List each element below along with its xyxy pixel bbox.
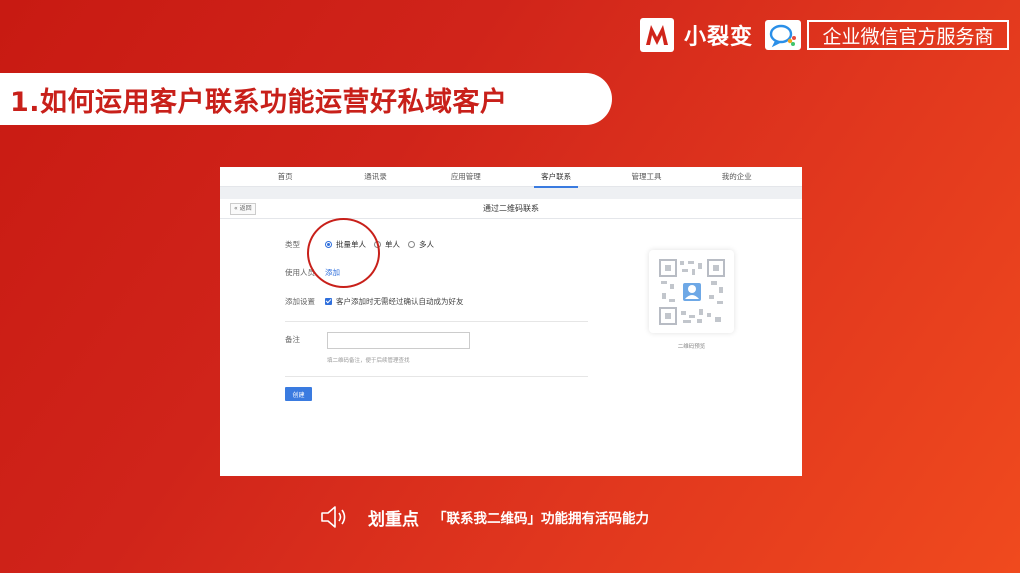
key-point-tip: 划重点 「联系我二维码」功能拥有活码能力	[320, 504, 649, 530]
auto-accept-checkbox[interactable]	[325, 298, 332, 305]
highlight-circle	[307, 218, 380, 288]
top-nav: 首页 通讯录 应用管理 客户联系 管理工具 我的企业	[220, 167, 802, 188]
nav-contacts[interactable]: 通讯录	[330, 167, 420, 187]
brand-name: 小裂变	[684, 25, 754, 50]
headline-title: 1.如何运用客户联系功能运营好私域客户	[10, 86, 508, 118]
create-button[interactable]: 创建	[285, 387, 312, 401]
headline-banner: 1.如何运用客户联系功能运营好私域客户	[0, 73, 612, 125]
admin-screenshot-panel: 首页 通讯录 应用管理 客户联系 管理工具 我的企业 « 返回 通过二维码联系 …	[220, 167, 802, 476]
remark-label: 备注	[285, 335, 300, 344]
page-titlebar: « 返回 通过二维码联系	[220, 199, 802, 219]
remark-row: 备注	[285, 334, 325, 345]
form-divider	[285, 321, 588, 322]
nav-gap	[220, 187, 802, 199]
back-button[interactable]: « 返回	[230, 203, 256, 215]
remark-hint: 填二维码备注，便于后续管理查找	[327, 358, 410, 364]
qr-code-icon	[658, 258, 725, 325]
nav-home[interactable]: 首页	[240, 167, 330, 187]
wecom-icon	[765, 20, 802, 50]
nav-management-tools[interactable]: 管理工具	[601, 167, 691, 187]
radio-icon[interactable]	[408, 241, 415, 248]
type-option-multi[interactable]: 多人	[408, 239, 434, 250]
tip-text: 「联系我二维码」功能拥有活码能力	[433, 511, 649, 527]
qr-caption: 二维码预览	[677, 344, 706, 350]
nav-my-company[interactable]: 我的企业	[692, 167, 782, 187]
service-provider-badge: 企业微信官方服务商	[807, 20, 1010, 50]
form-divider	[285, 376, 588, 377]
remark-input[interactable]	[327, 332, 470, 349]
qr-preview-card	[649, 250, 734, 333]
page-title: 通过二维码联系	[483, 204, 539, 213]
auto-accept-label: 客户添加时无需经过确认自动成为好友	[336, 297, 464, 306]
add-setting-row: 添加设置 客户添加时无需经过确认自动成为好友	[285, 296, 464, 307]
tip-title: 划重点	[368, 509, 419, 530]
nav-customer-contact[interactable]: 客户联系	[511, 167, 601, 188]
speaker-icon	[321, 506, 346, 528]
nav-app-management[interactable]: 应用管理	[421, 167, 511, 187]
brand-header: 小裂变 企业微信官方服务商	[640, 18, 1010, 52]
xiaoliebian-logo-icon	[640, 18, 674, 52]
add-setting-label: 添加设置	[285, 297, 315, 306]
